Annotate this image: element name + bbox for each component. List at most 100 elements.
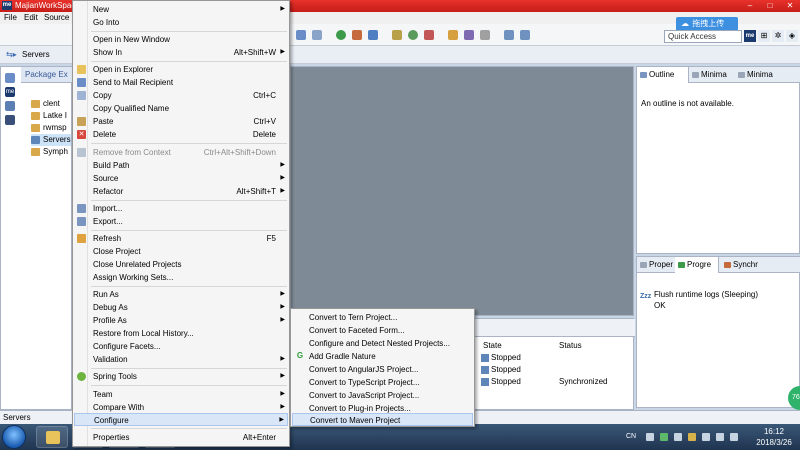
perspective-java-icon[interactable]: ⊞ [758,30,770,42]
tree-item-latke[interactable]: Latke I [31,110,67,122]
menu-item-open-new-window[interactable]: Open in New Window [74,33,288,46]
menu-item-refresh[interactable]: Refresh F5 [74,232,288,245]
perspective-debug-icon[interactable]: ✲ [772,30,784,42]
menu-item-paste[interactable]: Paste Ctrl+V [74,115,288,128]
tree-item-clent[interactable]: clent [31,98,60,110]
close-icon[interactable]: ✕ [780,0,800,12]
menu-item-restore-history[interactable]: Restore from Local History... [74,327,288,340]
tray-language[interactable]: CN [626,433,636,440]
submenu-item-maven[interactable]: Convert to Maven Project [292,413,473,426]
menu-item-refactor[interactable]: Refactor Alt+Shift+T ▶ [74,185,288,198]
tab-properties[interactable]: Proper [637,257,675,273]
refresh-icon[interactable] [408,30,418,40]
stop-icon[interactable] [424,30,434,40]
folder-icon[interactable] [448,30,458,40]
menu-item-spring-tools[interactable]: Spring Tools ▶ [74,370,288,383]
tab-package-explorer[interactable]: Package Ex [21,67,73,83]
server-row-2-state[interactable]: Stopped [481,364,521,376]
menu-item-validation[interactable]: Validation ▶ [74,353,288,366]
network-icon[interactable] [716,433,724,441]
tab-minimap-2[interactable]: Minima [735,67,781,83]
menu-source[interactable]: Source [44,13,69,23]
clock-date[interactable]: 2018/3/26 [750,438,798,448]
submenu-item-tern[interactable]: Convert to Tern Project... [292,311,473,324]
tab-outline[interactable]: Outline [637,67,689,83]
tray-icon[interactable] [660,433,668,441]
column-status[interactable]: Status [559,341,582,351]
menu-edit[interactable]: Edit [24,13,38,23]
column-state[interactable]: State [483,341,502,351]
start-button[interactable] [2,425,26,449]
taskbar-explorer[interactable] [36,426,68,448]
server-icon[interactable] [368,30,378,40]
debug-icon[interactable] [352,30,362,40]
menu-item-remove-from-context[interactable]: Remove from Context Ctrl+Alt+Shift+Down [74,146,288,159]
server-row-1-state[interactable]: Stopped [481,352,521,364]
menu-item-export[interactable]: Export... [74,215,288,228]
cloud-upload-button[interactable]: ☁ 拖拽上传 [676,17,738,31]
menu-item-debug-as[interactable]: Debug As ▶ [74,301,288,314]
tray-icon[interactable] [674,433,682,441]
menu-item-shortcut: Alt+Enter [242,433,276,442]
forward-icon[interactable] [520,30,530,40]
menu-item-show-in[interactable]: Show In Alt+Shift+W ▶ [74,46,288,59]
tab-progress[interactable]: Progre [675,257,719,273]
menu-item-build-path[interactable]: Build Path ▶ [74,159,288,172]
run-icon[interactable] [336,30,346,40]
volume-icon[interactable] [730,433,738,441]
menu-item-go-into[interactable]: Go Into [74,16,288,29]
new-icon[interactable] [296,30,306,40]
menu-item-profile-as[interactable]: Profile As ▶ [74,314,288,327]
tab-label: Proper [649,260,674,269]
menu-item-configure-facets[interactable]: Configure Facets... [74,340,288,353]
tray-icon[interactable] [702,433,710,441]
pin-icon[interactable] [480,30,490,40]
tab-minimap-1[interactable]: Minima [689,67,735,83]
menu-item-copy[interactable]: Copy Ctrl+C [74,89,288,102]
perspective-web-icon[interactable]: ◈ [786,30,798,42]
menu-item-source[interactable]: Source ▶ [74,172,288,185]
menu-item-properties[interactable]: Properties Alt+Enter [74,431,288,444]
menu-item-run-as[interactable]: Run As ▶ [74,288,288,301]
hierarchy-icon[interactable] [5,73,15,83]
submenu-item-javascript[interactable]: Convert to JavaScript Project... [292,389,473,402]
menu-file[interactable]: File [4,13,17,23]
tray-icon[interactable] [688,433,696,441]
quick-access-input[interactable]: Quick Access [664,30,742,43]
save-icon[interactable] [312,30,322,40]
tree-item-servers[interactable]: Servers [31,134,71,146]
maximize-icon[interactable]: □ [760,0,780,12]
submenu-arrow-icon: ▶ [280,6,285,12]
submenu-item-angularjs[interactable]: Convert to AngularJS Project... [292,363,473,376]
back-icon[interactable] [504,30,514,40]
search-icon[interactable] [392,30,402,40]
breadcrumb-label[interactable]: Servers [22,50,50,60]
submenu-item-detect-nested[interactable]: Configure and Detect Nested Projects... [292,337,473,350]
menu-item-close-project[interactable]: Close Project [74,245,288,258]
menu-item-close-unrelated[interactable]: Close Unrelated Projects [74,258,288,271]
submenu-item-faceted[interactable]: Convert to Faceted Form... [292,324,473,337]
menu-item-delete[interactable]: ✕ Delete Delete [74,128,288,141]
tab-synchronize[interactable]: Synchr [721,257,767,273]
menu-item-configure[interactable]: Configure ▶ [74,413,288,426]
submenu-item-typescript[interactable]: Convert to TypeScript Project... [292,376,473,389]
clock-time[interactable]: 16:12 [752,427,796,437]
tree-item-rwmsp[interactable]: rwmsp [31,122,67,134]
minimize-icon[interactable]: – [740,0,760,12]
task-icon[interactable] [464,30,474,40]
me-icon[interactable]: me [5,87,15,97]
perspective-me-icon[interactable]: me [744,30,756,42]
server-row-3-state[interactable]: Stopped [481,376,521,388]
menu-item-send-mail[interactable]: Send to Mail Recipient [74,76,288,89]
menu-item-new[interactable]: New ▶ [74,3,288,16]
menu-item-assign-working-sets[interactable]: Assign Working Sets... [74,271,288,284]
menu-item-copy-qualified-name[interactable]: Copy Qualified Name [74,102,288,115]
menu-item-team[interactable]: Team ▶ [74,388,288,401]
menu-item-import[interactable]: Import... [74,202,288,215]
navigator-icon[interactable] [5,101,15,111]
menu-item-open-explorer[interactable]: Open in Explorer [74,63,288,76]
submenu-item-gradle[interactable]: G Add Gradle Nature [292,350,473,363]
tree-item-symph[interactable]: Symph [31,146,68,158]
tray-icon[interactable] [646,433,654,441]
terminal-icon[interactable] [5,115,15,125]
